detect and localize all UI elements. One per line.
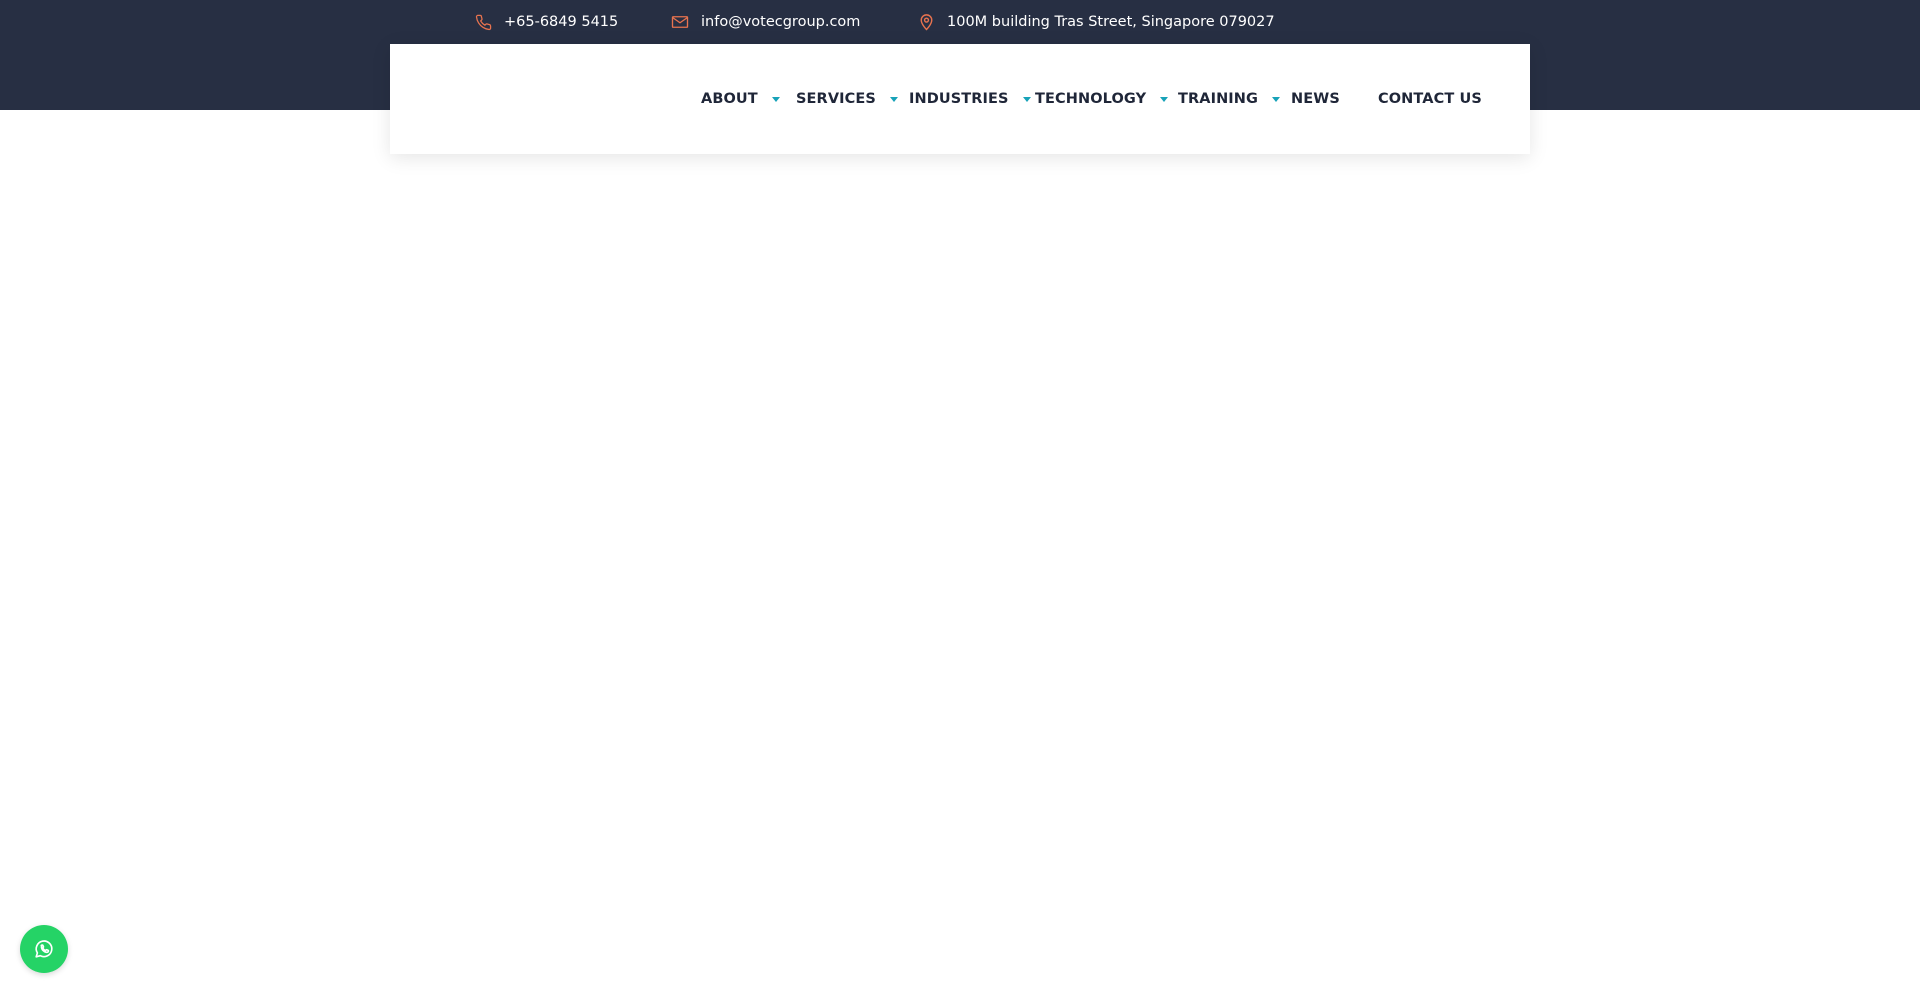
nav-label: NEWS [1291,91,1340,107]
nav-item-training[interactable]: TRAINING [1178,88,1281,110]
chevron-down-icon [771,96,780,102]
nav-label: TECHNOLOGY [1035,91,1147,107]
nav-label: TRAINING [1178,91,1259,107]
nav-item-about[interactable]: ABOUT [701,88,780,110]
address-item: 100M building Tras Street, Singapore 079… [917,10,1275,34]
email-text: info@votecgroup.com [701,14,861,30]
email-link[interactable]: info@votecgroup.com [671,10,860,34]
location-pin-icon [917,13,935,31]
chevron-down-icon [1022,96,1031,102]
phone-icon [474,13,492,31]
nav-item-industries[interactable]: INDUSTRIES [909,88,1031,110]
main-navigation: ABOUT SERVICES INDUSTRIES TECHNOLOGY TRA… [390,44,1530,154]
chevron-down-icon [1272,96,1281,102]
whatsapp-icon [33,938,55,960]
address-text: 100M building Tras Street, Singapore 079… [947,14,1275,30]
nav-label: SERVICES [796,91,876,107]
phone-text: +65-6849 5415 [504,14,619,30]
nav-item-technology[interactable]: TECHNOLOGY [1035,88,1169,110]
whatsapp-chat-button[interactable] [20,925,68,973]
phone-link[interactable]: +65-6849 5415 [474,10,618,34]
nav-item-contact-us[interactable]: CONTACT US [1378,88,1482,110]
nav-item-news[interactable]: NEWS [1291,88,1340,110]
mail-icon [671,13,689,31]
page: +65-6849 5415 info@votecgroup.com 100M b… [0,0,1920,993]
nav-label: ABOUT [701,91,758,107]
nav-label: INDUSTRIES [909,91,1009,107]
chevron-down-icon [1160,96,1169,102]
logo[interactable] [390,44,680,154]
nav-item-services[interactable]: SERVICES [796,88,898,110]
chevron-down-icon [889,96,898,102]
nav-label: CONTACT US [1378,91,1482,107]
